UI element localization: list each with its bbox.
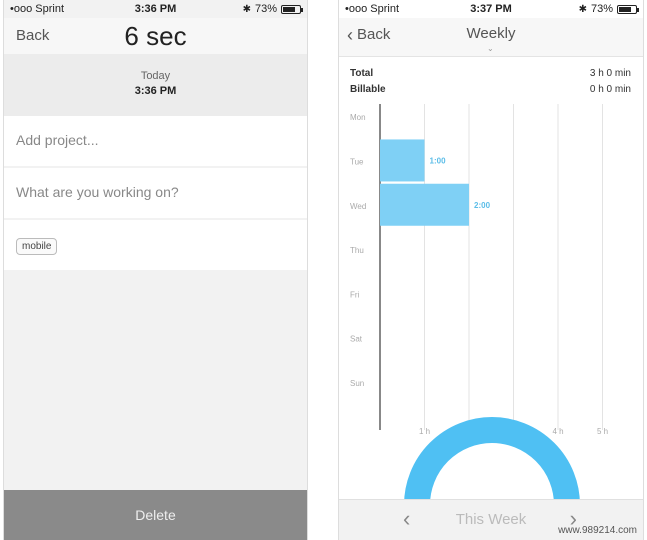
project-row[interactable]: Add project...	[4, 116, 307, 166]
status-right: ✱ 73%	[242, 3, 303, 15]
category-label: Thu	[350, 246, 364, 255]
weekly-bar-chart: 1 h2 h3 h4 h5 hMonTue 1:00Wed 2:00ThuFriSa…	[350, 104, 608, 506]
description-row[interactable]: What are you working on?	[4, 168, 307, 218]
category-label: Fri	[350, 290, 360, 299]
bar	[380, 183, 469, 226]
bar-data-label: 1:00	[430, 156, 447, 165]
category-label: Tue	[350, 157, 364, 166]
date-display[interactable]: Today 3:36 PM	[4, 54, 307, 116]
category-label: Sat	[350, 335, 363, 344]
nav-bar: Back 6 sec	[4, 18, 307, 54]
bar	[380, 139, 425, 182]
watermark: www.989214.com	[558, 525, 637, 536]
date-time: 3:36 PM	[134, 85, 177, 97]
tag-chip[interactable]: mobile	[16, 238, 58, 255]
project-input[interactable]: Add project...	[16, 132, 99, 148]
bluetooth-icon: ✱	[242, 3, 251, 15]
status-bar: •ooo Sprint 3:36 PM ✱ 73%	[4, 0, 307, 18]
weekly-report-screen: •ooo Sprint 3:37 PM ✱ 73% ‹ Back Weekly …	[338, 0, 644, 540]
description-input[interactable]: What are you working on?	[16, 184, 179, 200]
x-tick-label: 1 h	[419, 427, 430, 436]
battery-icon	[281, 4, 303, 14]
tags-row[interactable]: mobile	[4, 220, 307, 270]
date-day: Today	[140, 70, 171, 82]
donut-chart-arc	[404, 417, 580, 506]
bar-data-label: 2:00	[474, 201, 491, 210]
category-label: Wed	[350, 202, 366, 211]
timer-detail-screen: •ooo Sprint 3:36 PM ✱ 73% Back 6 sec Tod…	[3, 0, 308, 540]
x-tick-label: 5 h	[597, 427, 608, 436]
category-label: Mon	[350, 113, 366, 122]
category-label: Sun	[350, 379, 364, 388]
delete-button[interactable]: Delete	[4, 490, 307, 540]
duration-title: 6 sec	[124, 21, 187, 51]
battery-percent: 73%	[254, 3, 277, 15]
x-tick-label: 4 h	[552, 427, 563, 436]
